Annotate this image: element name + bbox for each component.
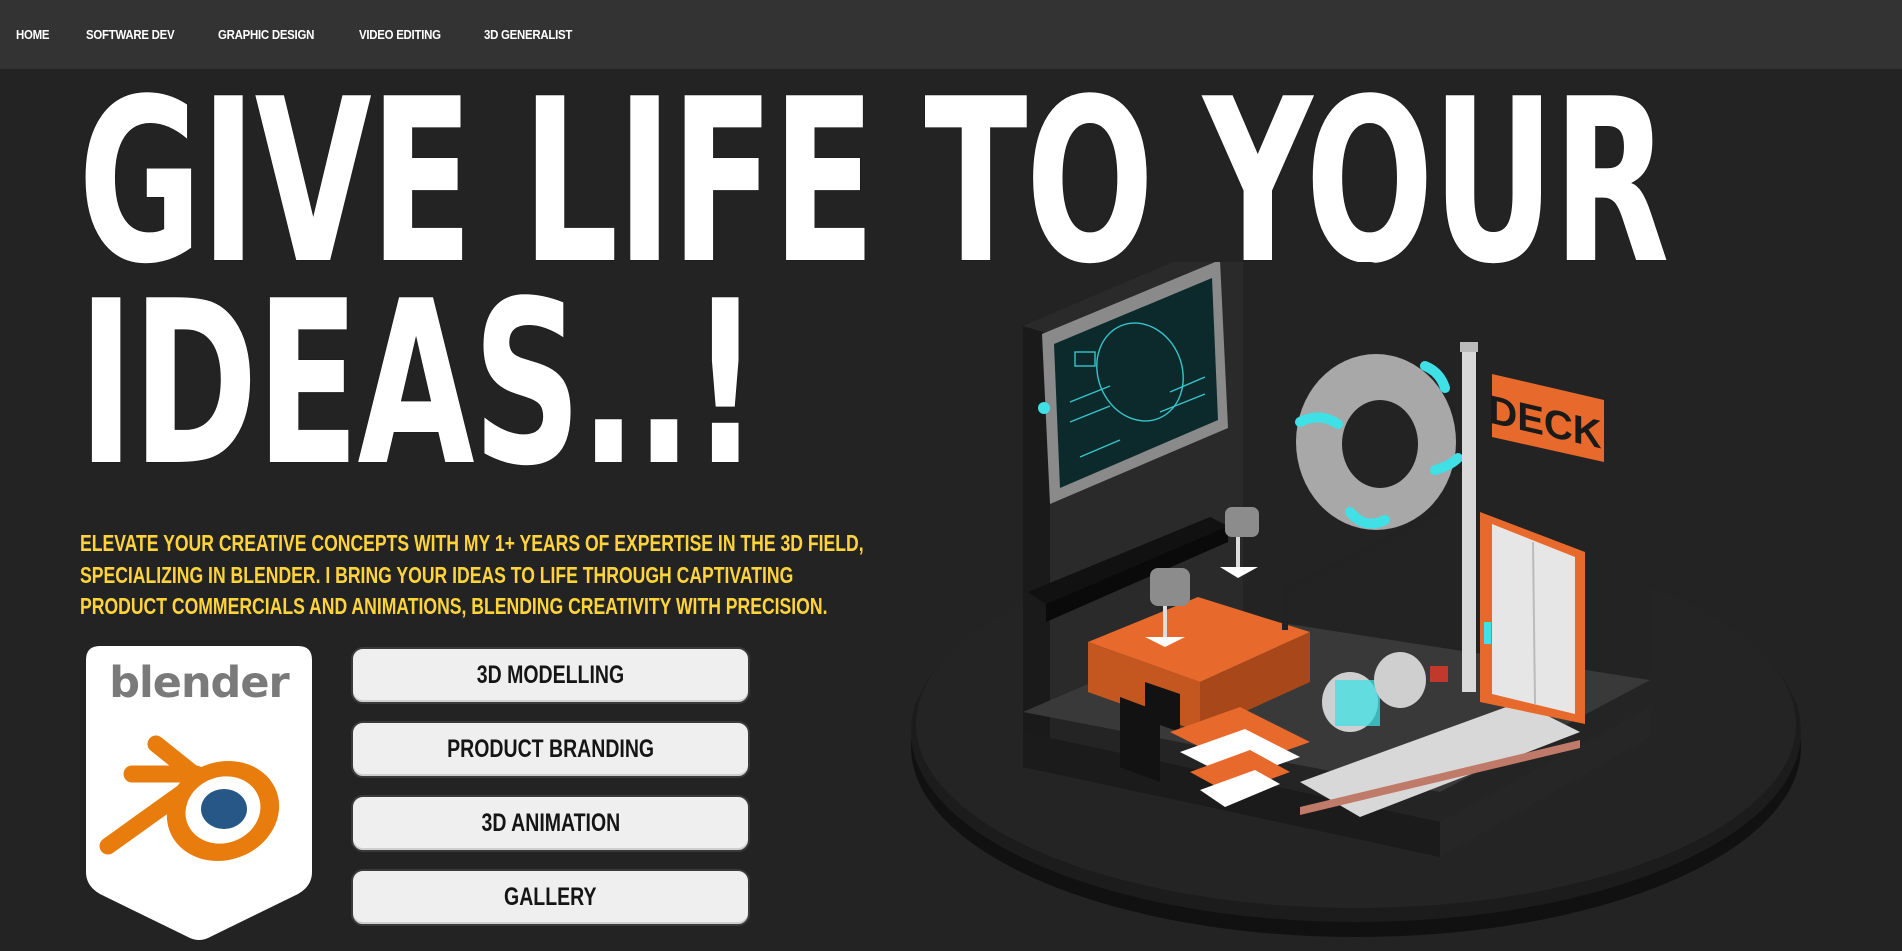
service-buttons: 3D MODELLING PRODUCT BRANDING 3D ANIMATI… [351, 647, 750, 943]
product-branding-button[interactable]: PRODUCT BRANDING [351, 721, 750, 778]
hero-tagline: ELEVATE YOUR CREATIVE CONCEPTS WITH MY 1… [80, 528, 864, 623]
3d-modelling-button[interactable]: 3D MODELLING [351, 647, 750, 704]
tagline-line-3: PRODUCT COMMERCIALS AND ANIMATIONS, BLEN… [80, 593, 828, 619]
blender-logo-icon: blender [86, 646, 312, 940]
tagline-line-1: ELEVATE YOUR CREATIVE CONCEPTS WITH MY 1… [80, 530, 864, 556]
3d-animation-button[interactable]: 3D ANIMATION [351, 795, 750, 852]
3d-animation-label: 3D ANIMATION [481, 809, 620, 837]
tagline-line-2: SPECIALIZING IN BLENDER. I BRING YOUR ID… [80, 561, 794, 588]
room-scene-image: DECK [911, 232, 1801, 937]
blender-wordmark: blender [109, 658, 290, 708]
nav-software-dev[interactable]: SOFTWARE DEV [86, 27, 175, 42]
gallery-button[interactable]: GALLERY [351, 869, 750, 926]
nav-video-editing[interactable]: VIDEO EDITING [359, 27, 441, 42]
nav-graphic-design[interactable]: GRAPHIC DESIGN [218, 27, 314, 42]
blender-badge: blender [86, 646, 312, 940]
product-branding-label: PRODUCT BRANDING [447, 735, 654, 763]
nav-home[interactable]: HOME [16, 27, 50, 42]
page: HOME SOFTWARE DEV GRAPHIC DESIGN VIDEO E… [0, 0, 1902, 951]
isometric-room-illustration: DECK [880, 232, 1902, 951]
gallery-label: GALLERY [504, 883, 597, 911]
3d-modelling-label: 3D MODELLING [476, 661, 625, 689]
nav-3d-generalist[interactable]: 3D GENERALIST [484, 27, 572, 42]
